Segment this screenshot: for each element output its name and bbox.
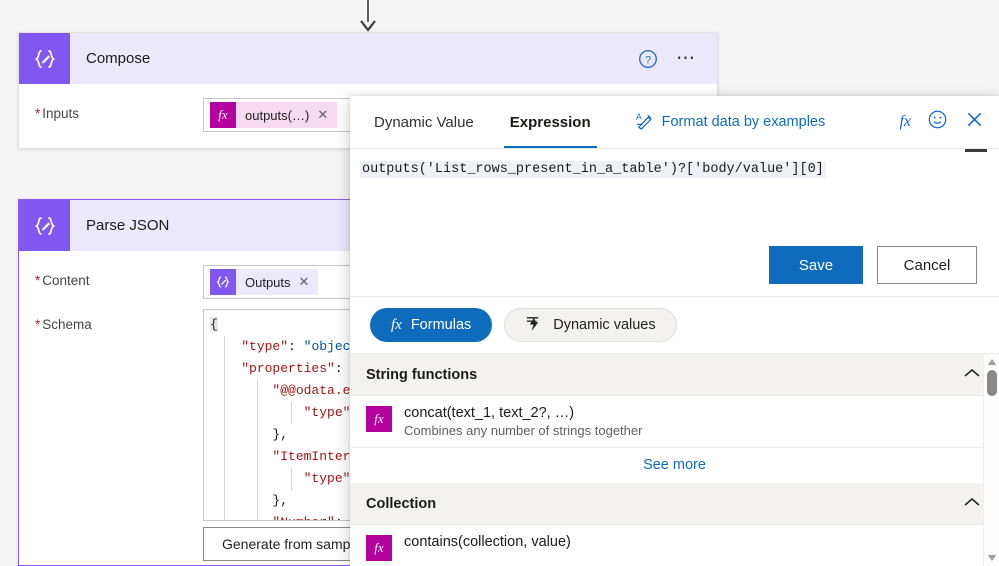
function-name: contains(collection, value) <box>404 534 571 550</box>
expression-editor-popup[interactable]: Dynamic Value Expression A Format data b… <box>350 96 999 566</box>
function-item-concat[interactable]: fx concat(text_1, text_2?, …) Combines a… <box>350 396 999 447</box>
expression-input-area[interactable]: outputs('List_rows_present_in_a_table')?… <box>350 148 999 296</box>
parse-json-schema-label: * Schema <box>35 317 92 332</box>
required-asterisk: * <box>35 273 41 288</box>
fx-icon: fx <box>366 406 392 432</box>
help-circle-icon[interactable]: ? <box>638 49 658 69</box>
scrollbar-thumb[interactable] <box>987 370 997 396</box>
compose-inputs-label: * Inputs <box>35 106 80 121</box>
function-description: Combines any number of strings together <box>404 423 643 438</box>
fx-icon: fx <box>210 102 236 128</box>
required-asterisk: * <box>35 106 41 121</box>
token-remove-icon[interactable]: ✕ <box>299 274 319 290</box>
expression-token-outputs[interactable]: fx outputs(…) ✕ <box>210 102 338 128</box>
parse-json-card-title: Parse JSON <box>86 217 170 234</box>
parse-json-content-label: * Content <box>35 273 90 288</box>
indent-guide <box>291 402 292 424</box>
fx-icon: fx <box>366 535 392 561</box>
group-title: Collection <box>366 495 437 512</box>
required-asterisk: * <box>35 317 41 332</box>
compose-card-header[interactable]: Compose ? ⋯ <box>19 33 717 84</box>
dynamic-token-outputs[interactable]: Outputs ✕ <box>210 269 319 295</box>
token-label: Outputs <box>245 274 291 290</box>
expression-popup-tabbar: Dynamic Value Expression A Format data b… <box>350 96 999 148</box>
tab-expression[interactable]: Expression <box>503 96 597 148</box>
horizontal-scroll-indicator[interactable] <box>965 149 987 152</box>
compose-card-actions: ? ⋯ <box>638 49 717 69</box>
token-remove-icon[interactable]: ✕ <box>317 107 337 123</box>
compose-braces-icon <box>19 33 70 84</box>
indent-guide <box>291 468 292 490</box>
svg-text:?: ? <box>645 54 651 66</box>
flow-connector-arrow <box>358 0 378 32</box>
indent-guide <box>224 336 225 520</box>
fx-icon: fx <box>391 316 402 333</box>
function-list-scrollbar[interactable] <box>983 354 999 566</box>
pivot-dynamic-values[interactable]: Dynamic values <box>504 308 677 342</box>
scroll-up-arrow-icon[interactable] <box>986 357 998 367</box>
format-data-by-examples-link[interactable]: A Format data by examples <box>635 111 826 134</box>
pivot-formulas[interactable]: fx Formulas <box>370 308 493 342</box>
smiley-icon[interactable] <box>927 109 948 135</box>
format-link-label: Format data by examples <box>661 114 826 130</box>
chevron-up-icon[interactable] <box>963 367 981 383</box>
pivot-formulas-label: Formulas <box>410 317 472 333</box>
expression-action-buttons: Save Cancel <box>769 246 977 284</box>
expression-pivot-row: fx Formulas Dynamic values <box>350 296 999 353</box>
tab-dynamic-value[interactable]: Dynamic Value <box>368 96 480 148</box>
expression-value[interactable]: outputs('List_rows_present_in_a_table')?… <box>360 161 826 178</box>
compose-braces-icon <box>19 200 70 251</box>
function-name: concat(text_1, text_2?, …) <box>404 405 575 421</box>
more-ellipsis-icon[interactable]: ⋯ <box>676 49 697 68</box>
save-button[interactable]: Save <box>769 246 863 284</box>
chevron-up-icon[interactable] <box>963 496 981 512</box>
flow-designer-canvas: Compose ? ⋯ * Inputs fx outputs(…) ✕ Par… <box>0 0 999 566</box>
pivot-dynamic-values-label: Dynamic values <box>553 317 656 333</box>
group-title: String functions <box>366 366 478 383</box>
expression-popup-tools: fx <box>899 109 985 135</box>
cancel-button[interactable]: Cancel <box>877 246 977 284</box>
see-more-link[interactable]: See more <box>350 447 999 483</box>
function-item-contains[interactable]: fx contains(collection, value) <box>350 525 999 566</box>
svg-text:A: A <box>636 111 642 121</box>
scroll-down-arrow-icon[interactable] <box>986 553 998 563</box>
group-header-string-functions[interactable]: String functions <box>350 354 999 396</box>
token-label: outputs(…) <box>245 107 310 123</box>
dynamic-values-icon <box>525 315 544 336</box>
indent-guide <box>257 380 258 520</box>
compose-card-title: Compose <box>86 50 151 67</box>
group-header-collection[interactable]: Collection <box>350 483 999 525</box>
close-icon[interactable] <box>964 109 985 135</box>
format-painter-icon: A <box>635 111 654 134</box>
function-list[interactable]: String functions fx concat(text_1, text_… <box>350 353 999 566</box>
compose-braces-icon <box>210 269 236 295</box>
fx-icon[interactable]: fx <box>899 113 911 131</box>
